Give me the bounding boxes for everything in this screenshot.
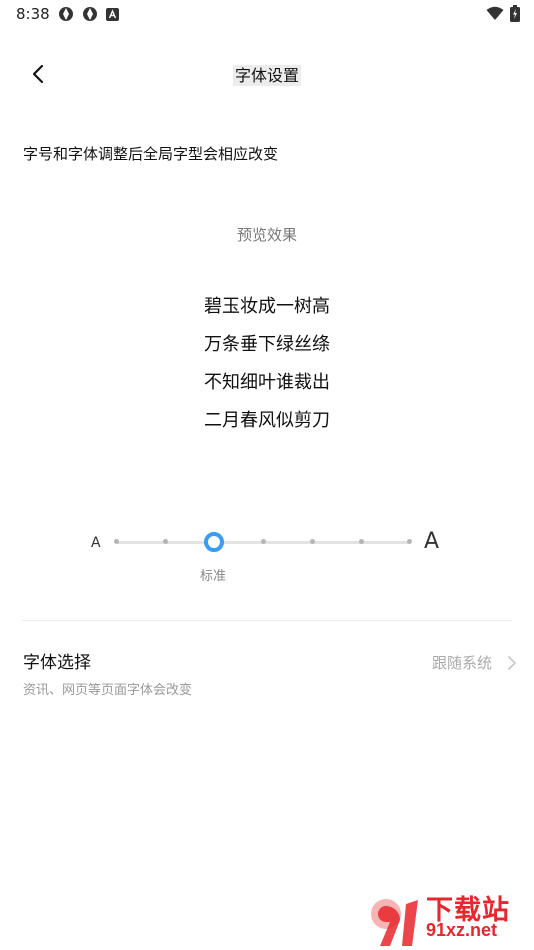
font-size-large-label: A [424, 529, 440, 554]
slider-thumb[interactable] [204, 532, 224, 552]
slider-step[interactable] [359, 539, 364, 544]
font-selection-value: 跟随系统 [431, 654, 492, 672]
slider-step[interactable] [163, 539, 168, 544]
aperture-icon [59, 7, 73, 21]
font-size-small-label: A [91, 535, 101, 551]
preview-line: 碧玉妆成一树高 [204, 296, 330, 317]
status-bar: 8:38 [0, 0, 534, 28]
font-selection-title: 字体选择 [23, 653, 91, 673]
slider-step[interactable] [114, 539, 119, 544]
app-header: 字体设置 [0, 48, 534, 98]
battery-charging-icon [510, 5, 520, 22]
slider-step[interactable] [261, 539, 266, 544]
aperture-icon [83, 7, 97, 21]
wifi-icon [486, 6, 504, 20]
preview-line: 万条垂下绿丝绦 [204, 334, 330, 355]
watermark: 下载站 91xz.net [362, 888, 534, 950]
font-selection-subtitle: 资讯、网页等页面字体会改变 [23, 683, 193, 698]
preview-line: 二月春风似剪刀 [204, 410, 330, 431]
watermark-brand-url: 91xz.net [426, 920, 498, 940]
divider [22, 620, 512, 621]
status-time: 8:38 [16, 5, 50, 23]
font-selection-row[interactable]: 字体选择 资讯、网页等页面字体会改变 跟随系统 [0, 640, 534, 710]
page-title: 字体设置 [0, 62, 534, 86]
status-notification-icons [58, 6, 119, 22]
status-system-icons [486, 5, 520, 22]
slider-selected-caption: 标准 [200, 569, 227, 584]
preview-text: 碧玉妆成一树高 万条垂下绿丝绦 不知细叶谁裁出 二月春风似剪刀 [0, 288, 534, 440]
keyboard-a-icon [106, 7, 119, 21]
slider-step[interactable] [407, 539, 412, 544]
preview-line: 不知细叶谁裁出 [204, 372, 330, 393]
chevron-right-icon [508, 656, 516, 670]
preview-label: 预览效果 [236, 226, 297, 244]
settings-description: 字号和字体调整后全局字型会相应改变 [23, 145, 279, 163]
font-size-slider[interactable]: A A 标准 [0, 525, 534, 585]
page-title-text: 字体设置 [232, 65, 301, 86]
watermark-logo-icon [371, 899, 418, 946]
slider-step[interactable] [310, 539, 315, 544]
